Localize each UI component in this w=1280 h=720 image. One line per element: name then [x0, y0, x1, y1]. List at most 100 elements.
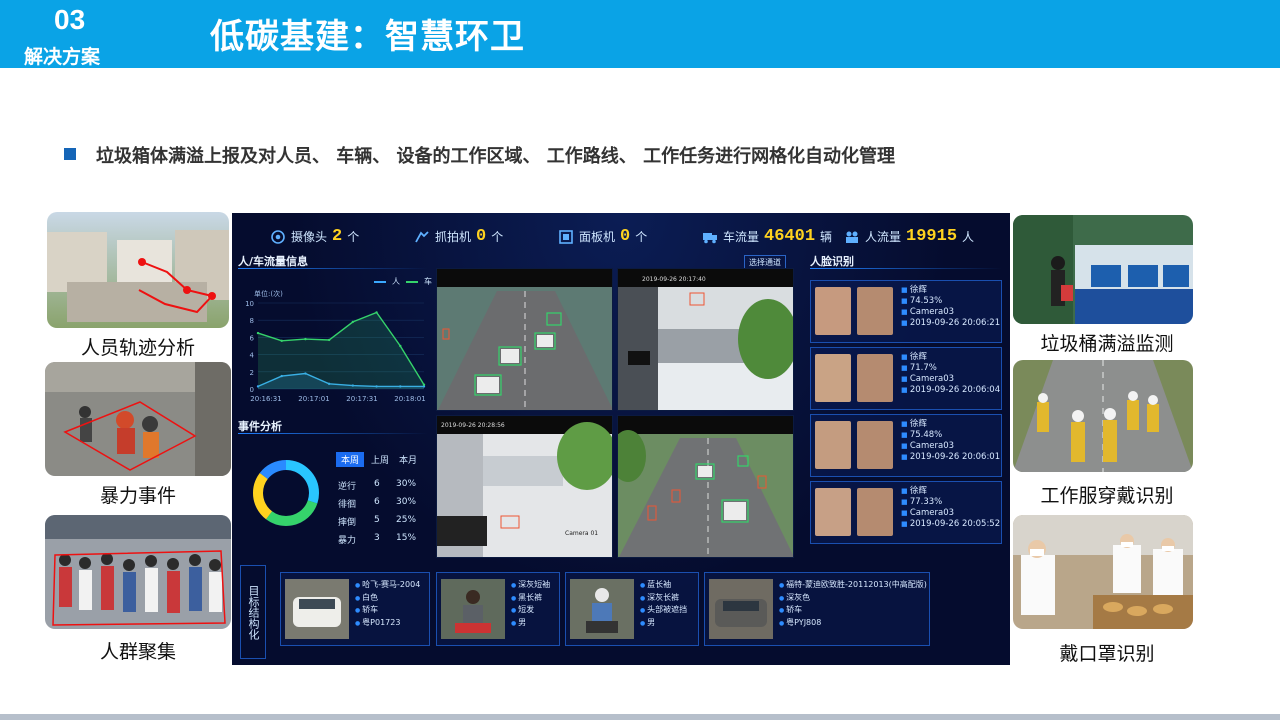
- stat-unit: 个: [635, 230, 648, 244]
- face-record-card[interactable]: 徐辉75.48%Camera032019-09-26 20:06:01: [810, 414, 1002, 477]
- structure-title: 目标结构化: [240, 565, 266, 659]
- y-tick-label: 8: [250, 317, 254, 325]
- person-info: 深灰短袖黑长裤短发男: [511, 579, 550, 629]
- thumbnail-label: 垃圾桶满溢监测: [1013, 330, 1201, 358]
- stat-people-flow: 人流量 19915 人: [844, 227, 974, 246]
- stat-value: 46401: [764, 227, 816, 246]
- face-panel-title: 人脸识别: [810, 255, 854, 268]
- vehicle-card[interactable]: 福特-蒙迪欧致胜-20112013(中高配版)深灰色轿车粤PYJ808: [704, 572, 930, 646]
- stat-label: 人流量: [865, 230, 902, 244]
- stat-label: 车流量: [723, 230, 760, 244]
- face-info: 徐辉75.48%Camera032019-09-26 20:06:01: [901, 419, 1000, 463]
- face-reference: [857, 421, 893, 469]
- face-record-card[interactable]: 徐辉77.33%Camera032019-09-26 20:05:52: [810, 481, 1002, 544]
- thumbnail-label: 暴力事件: [45, 482, 231, 510]
- event-panel-title: 事件分析: [238, 420, 282, 433]
- camera-feed[interactable]: [436, 268, 613, 411]
- tab-last-week[interactable]: 上周: [366, 452, 394, 467]
- trajectory-thumbnail: [47, 212, 229, 328]
- face-reference: [857, 354, 893, 402]
- violence-thumbnail: [45, 362, 231, 476]
- panel-icon: [559, 229, 573, 244]
- thumbnail-label: 工作服穿戴识别: [1013, 482, 1201, 510]
- stat-unit: 个: [491, 230, 504, 244]
- y-tick-label: 10: [245, 300, 254, 308]
- x-tick-label: 20:17:31: [346, 395, 377, 403]
- face-info: 徐辉71.7%Camera032019-09-26 20:06:04: [901, 352, 1000, 396]
- flow-panel-title: 人/车流量信息: [238, 255, 309, 268]
- bullet-square-icon: [64, 148, 76, 160]
- camera-feed[interactable]: 2019-09-26 20:28:56 Camera 01: [436, 415, 613, 558]
- thumbnail-label: 人员轨迹分析: [47, 334, 229, 362]
- event-row: 徘徊 6 30%: [338, 497, 417, 510]
- data-point: [399, 344, 402, 348]
- camera-timestamp: 2019-09-26 20:28:56: [441, 422, 505, 429]
- stat-unit: 辆: [820, 230, 833, 244]
- section-number: 03: [54, 4, 86, 35]
- thumbnail-label: 人群聚集: [45, 638, 231, 666]
- camera-feed[interactable]: 2019-09-26 20:17:40: [617, 268, 794, 411]
- people-icon: [846, 231, 858, 243]
- monitoring-dashboard: 摄像头 2 个 抓拍机 0 个 面板机 0 个 车流量 46401 辆 人流量 …: [232, 213, 1010, 665]
- mask-thumbnail: [1013, 515, 1193, 629]
- person-image: [570, 579, 634, 639]
- crowd-thumbnail: [45, 515, 231, 629]
- truck-icon: [703, 232, 717, 243]
- face-snapshot: [815, 354, 851, 402]
- person-card[interactable]: 深灰短袖黑长裤短发男: [436, 572, 560, 646]
- data-point: [256, 331, 260, 335]
- person-image: [441, 579, 505, 639]
- vehicle-info: 哈飞-赛马-2004白色轿车粤P01723: [355, 579, 420, 629]
- flow-line-chart: 10 8 6 4 2 020:16:31 20:17:01 20:17:31 20:18:01: [245, 300, 426, 403]
- vehicle-image: [285, 579, 349, 639]
- stat-label: 面板机: [579, 230, 616, 244]
- face-record-card[interactable]: 徐辉71.7%Camera032019-09-26 20:06:04: [810, 347, 1002, 410]
- tab-this-month[interactable]: 本月: [394, 452, 422, 467]
- thumbnail-label: 戴口罩识别: [1013, 640, 1201, 668]
- snapshot-icon: [415, 230, 429, 242]
- slide: 03 解决方案 低碳基建：智慧环卫 垃圾箱体满溢上报及对人员、 车辆、 设备的工…: [0, 0, 1280, 720]
- person-card[interactable]: 蓝长袖深灰长裤头部被遮挡男: [565, 572, 699, 646]
- stat-unit: 人: [962, 230, 975, 244]
- bullet-text: 垃圾箱体满溢上报及对人员、 车辆、 设备的工作区域、 工作路线、 工作任务进行网…: [96, 146, 896, 167]
- y-tick-label: 0: [250, 386, 254, 394]
- camera-timestamp: 2019-09-26 20:17:40: [642, 276, 706, 283]
- person-info: 蓝长袖深灰长裤头部被遮挡男: [640, 579, 687, 629]
- face-info: 徐辉74.53%Camera032019-09-26 20:06:21: [901, 285, 1000, 329]
- data-point: [351, 320, 355, 324]
- face-info: 徐辉77.33%Camera032019-09-26 20:05:52: [901, 486, 1000, 530]
- vehicle-info: 福特-蒙迪欧致胜-20112013(中高配版)深灰色轿车粤PYJ808: [779, 579, 927, 629]
- footer-bar: [0, 714, 1280, 720]
- event-donut-chart: [253, 460, 319, 526]
- vehicle-card[interactable]: 哈飞-赛马-2004白色轿车粤P01723: [280, 572, 430, 646]
- data-point: [280, 339, 283, 343]
- data-point: [375, 311, 378, 314]
- event-row: 逆行 6 30%: [338, 479, 417, 492]
- data-point: [327, 338, 331, 342]
- legend-car: 车: [424, 277, 432, 286]
- y-tick-label: 2: [250, 369, 254, 377]
- camera-name: Camera 01: [565, 530, 599, 537]
- face-record-card[interactable]: 徐辉74.53%Camera032019-09-26 20:06:21: [810, 280, 1002, 343]
- camera-icon: [271, 229, 285, 244]
- face-reference: [857, 488, 893, 536]
- x-tick-label: 20:18:01: [394, 395, 425, 403]
- stat-unit: 个: [347, 230, 360, 244]
- uniform-thumbnail: [1013, 360, 1193, 472]
- tab-this-week[interactable]: 本周: [336, 452, 365, 467]
- x-tick-label: 20:16:31: [250, 395, 281, 403]
- stat-value: 0: [476, 227, 487, 246]
- y-tick-label: 6: [250, 334, 255, 342]
- face-snapshot: [815, 488, 851, 536]
- camera-feed[interactable]: [617, 415, 794, 558]
- vehicle-image: [709, 579, 773, 639]
- section-label: 解决方案: [24, 46, 101, 68]
- stat-snapshot: 抓拍机 0 个: [414, 227, 503, 246]
- face-snapshot: [815, 287, 851, 335]
- stat-vehicle-flow: 车流量 46401 辆: [702, 227, 832, 246]
- flow-legend: 人 车: [374, 276, 432, 287]
- garbage-bin-thumbnail: [1013, 215, 1193, 324]
- stat-label: 抓拍机: [435, 230, 472, 244]
- face-snapshot: [815, 421, 851, 469]
- y-tick-label: 4: [250, 352, 255, 360]
